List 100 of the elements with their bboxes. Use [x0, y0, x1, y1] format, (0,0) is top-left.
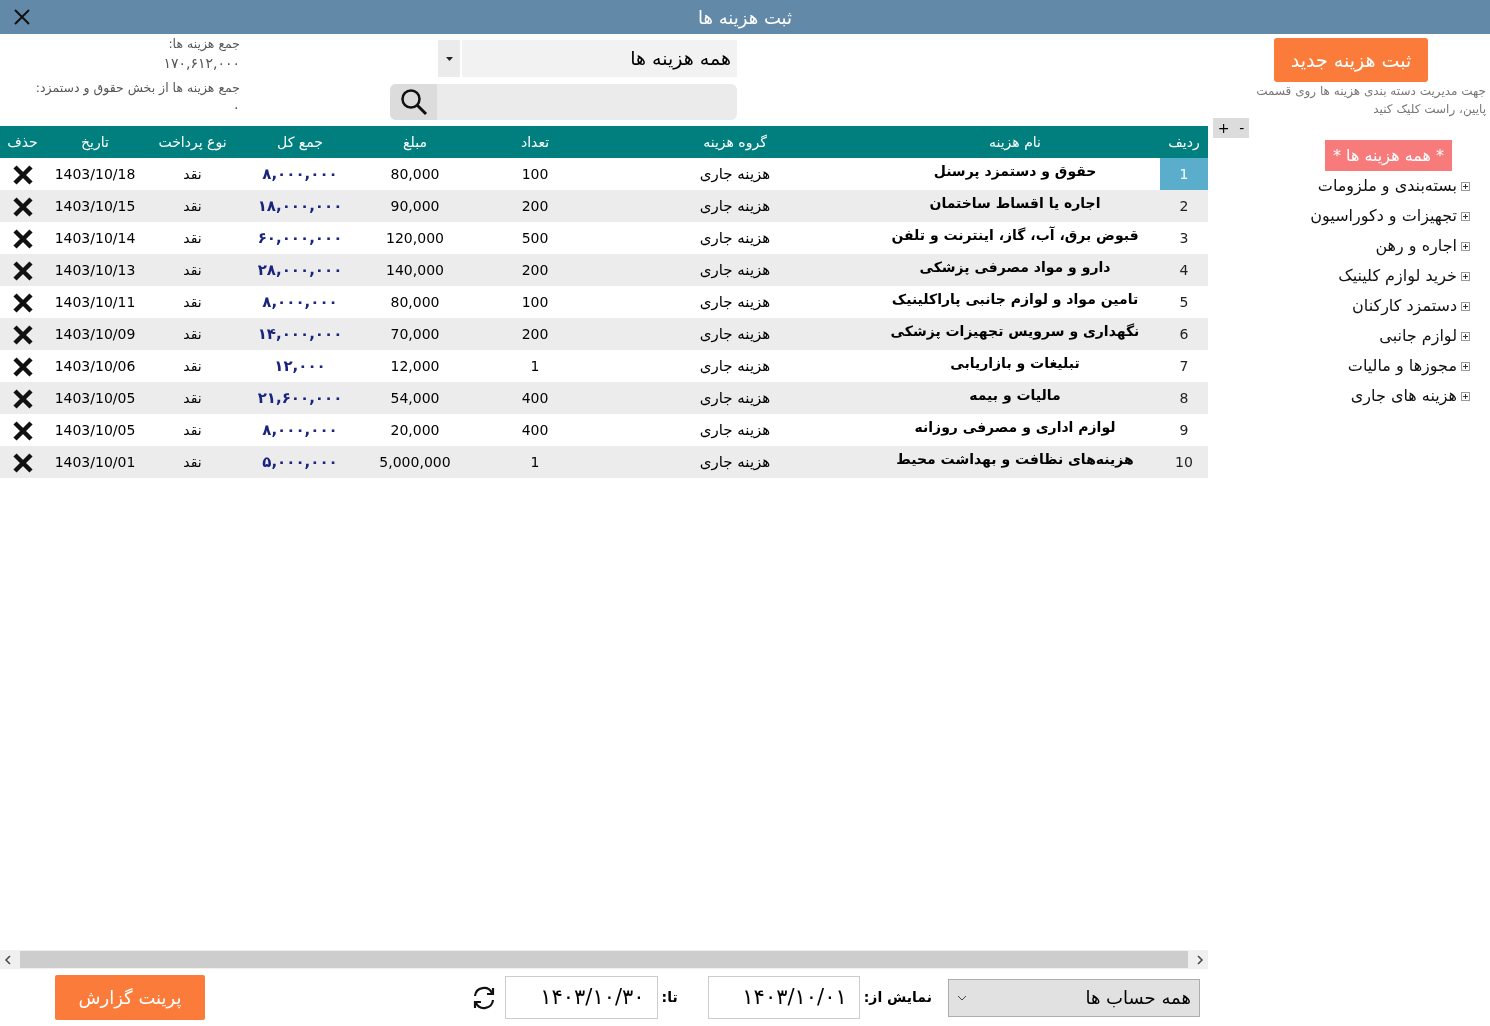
close-icon	[12, 7, 32, 27]
table-cell: 100	[470, 286, 600, 318]
column-header[interactable]: نوع پرداخت	[145, 126, 240, 158]
table-cell: 400	[470, 414, 600, 446]
tree-item[interactable]: خرید لوازم کلینیک	[1338, 264, 1457, 288]
table-cell: 5	[1160, 286, 1208, 318]
expand-node-icon[interactable]	[1461, 331, 1470, 341]
column-header[interactable]: گروه هزینه	[600, 126, 870, 158]
to-date-field[interactable]: ۱۴۰۳/۱۰/۳۰	[504, 976, 658, 1019]
tree-item[interactable]: مجوزها و مالیات	[1347, 354, 1457, 378]
summary-value: ۱۷۰,۶۱۲,۰۰۰	[162, 54, 240, 73]
column-header[interactable]: تاریخ	[45, 126, 145, 158]
to-label: تا:	[661, 988, 678, 1007]
expand-node-icon[interactable]	[1461, 211, 1470, 221]
table-cell: نقد	[145, 190, 240, 222]
delete-button[interactable]	[11, 324, 34, 345]
table-cell: 8	[1160, 382, 1208, 414]
delete-button[interactable]	[11, 260, 34, 281]
expand-button[interactable]: +	[1217, 117, 1230, 139]
column-header[interactable]: ردیف	[1160, 126, 1208, 158]
table-cell: هزینه جاری	[600, 158, 870, 190]
close-button[interactable]	[12, 7, 32, 27]
delete-icon	[11, 164, 34, 185]
delete-icon	[11, 388, 34, 409]
table-cell: مالیات و بیمه	[870, 382, 1160, 414]
table-cell: 12,000	[360, 350, 470, 382]
table-cell: تبلیغات و بازاریابی	[870, 350, 1160, 382]
search-icon	[399, 88, 428, 116]
delete-icon	[11, 196, 34, 217]
table-cell: 10	[1160, 446, 1208, 478]
delete-button[interactable]	[11, 356, 34, 377]
table-cell: ۸,۰۰۰,۰۰۰	[240, 286, 360, 318]
table-cell: 1	[1160, 158, 1208, 190]
column-header[interactable]: حذف	[0, 126, 45, 158]
table-cell: حقوق و دستمزد پرسنل	[870, 158, 1160, 190]
table-cell: 80,000	[360, 158, 470, 190]
table-cell: 500	[470, 222, 600, 254]
table-cell: دارو و مواد مصرفی پزشکی	[870, 254, 1160, 286]
category-field[interactable]: همه هزینه ها	[462, 40, 737, 77]
expand-node-icon[interactable]	[1461, 361, 1470, 371]
expand-node-icon[interactable]	[1461, 181, 1470, 191]
table-cell: نقد	[145, 446, 240, 478]
table-cell: لوازم اداری و مصرفی روزانه	[870, 414, 1160, 446]
table-cell: تامین مواد و لوازم جانبی پاراکلینیک	[870, 286, 1160, 318]
table-cell: ۵,۰۰۰,۰۰۰	[240, 446, 360, 478]
delete-button[interactable]	[11, 196, 34, 217]
tree-item[interactable]: هزینه های جاری	[1350, 384, 1457, 408]
column-header[interactable]: جمع کل	[240, 126, 360, 158]
table-cell: نقد	[145, 222, 240, 254]
expand-node-icon[interactable]	[1461, 271, 1470, 281]
tree-item[interactable]: لوازم جانبی	[1379, 324, 1457, 348]
expand-node-icon[interactable]	[1461, 241, 1470, 251]
column-header[interactable]: نام هزینه	[870, 126, 1160, 158]
tree-item[interactable]: بسته‌بندی و ملزومات	[1317, 174, 1457, 198]
table-cell: 200	[470, 190, 600, 222]
table-cell: ۲۱,۶۰۰,۰۰۰	[240, 382, 360, 414]
table-cell: نقد	[145, 286, 240, 318]
table-cell: 1403/10/14	[45, 222, 145, 254]
column-header[interactable]: مبلغ	[360, 126, 470, 158]
table-cell: 3	[1160, 222, 1208, 254]
expand-node-icon[interactable]	[1461, 301, 1470, 311]
table-cell: 20,000	[360, 414, 470, 446]
table-cell: 4	[1160, 254, 1208, 286]
window-title: ثبت هزینه ها	[697, 5, 793, 31]
delete-icon	[11, 324, 34, 345]
table-cell: ۸,۰۰۰,۰۰۰	[240, 158, 360, 190]
table-cell: قبوض برق، آب، گاز، اینترنت و تلفن	[870, 222, 1160, 254]
table-cell: 70,000	[360, 318, 470, 350]
search-field[interactable]	[390, 84, 737, 120]
tree-item[interactable]: تجهیزات و دکوراسیون	[1310, 204, 1457, 228]
delete-button[interactable]	[11, 228, 34, 249]
collapse-button[interactable]: -	[1239, 117, 1245, 139]
table-cell: اجاره یا اقساط ساختمان	[870, 190, 1160, 222]
table-cell: 1	[470, 446, 600, 478]
table-cell: نقد	[145, 382, 240, 414]
column-header[interactable]: تعداد	[470, 126, 600, 158]
delete-button[interactable]	[11, 452, 34, 473]
table-cell: 1403/10/15	[45, 190, 145, 222]
tree-item[interactable]: دستمزد کارکنان	[1352, 294, 1457, 318]
delete-icon	[11, 356, 34, 377]
account-dropdown[interactable]: همه حساب ها	[948, 978, 1200, 1017]
table-cell: 1403/10/11	[45, 286, 145, 318]
delete-icon	[11, 260, 34, 281]
delete-button[interactable]	[11, 420, 34, 441]
table-cell: 1403/10/13	[45, 254, 145, 286]
from-label: نمایش از:	[863, 988, 932, 1007]
expand-node-icon[interactable]	[1461, 391, 1470, 401]
table-cell: 6	[1160, 318, 1208, 350]
tree-item[interactable]: اجاره و رهن	[1375, 234, 1457, 258]
table-cell: 2	[1160, 190, 1208, 222]
delete-button[interactable]	[11, 164, 34, 185]
table-cell: 54,000	[360, 382, 470, 414]
from-date-field[interactable]: ۱۴۰۳/۱۰/۰۱	[707, 976, 860, 1019]
table-cell: هزینه جاری	[600, 414, 870, 446]
table-cell: نقد	[145, 158, 240, 190]
delete-button[interactable]	[11, 292, 34, 313]
delete-button[interactable]	[11, 388, 34, 409]
table-cell: 120,000	[360, 222, 470, 254]
table-cell: هزینه جاری	[600, 190, 870, 222]
table-cell: نقد	[145, 254, 240, 286]
